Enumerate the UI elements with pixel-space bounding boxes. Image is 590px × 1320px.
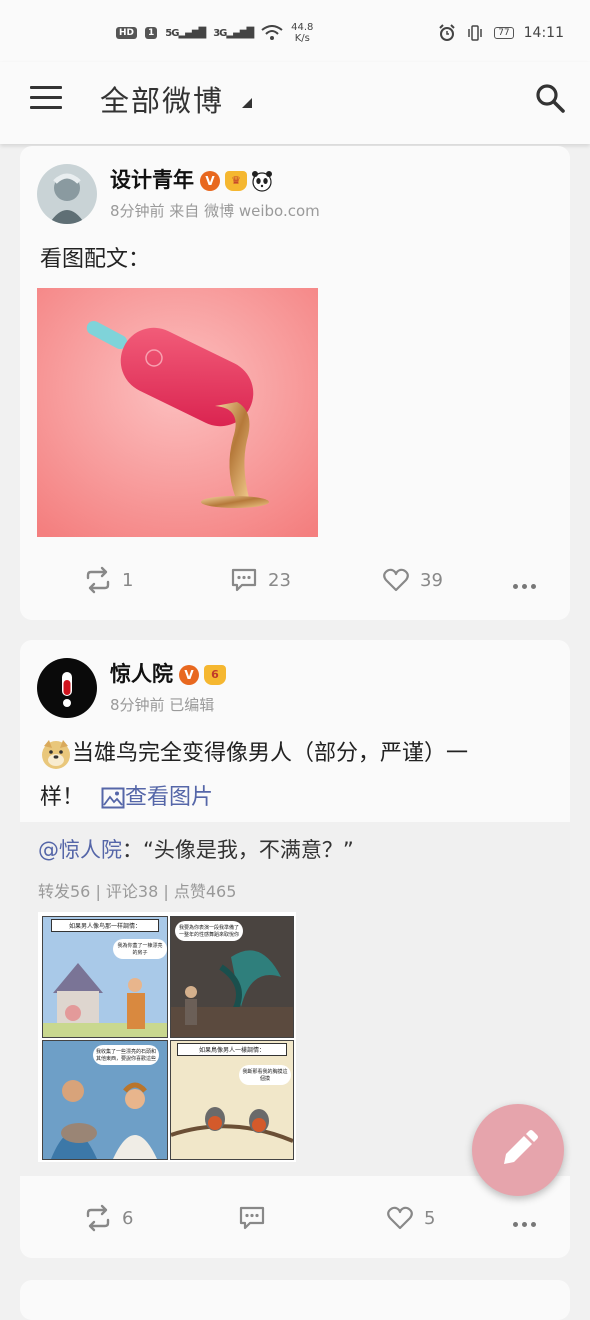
post-image[interactable] [37,288,318,537]
more-options-icon[interactable] [513,584,536,589]
repost-icon [86,566,110,594]
alarm-icon [439,24,455,41]
page-title[interactable]: 全部微博 [100,78,224,120]
net-speed-unit: K/s [294,33,310,44]
doge-emoji-icon [42,740,70,769]
app-bar: 全部微博 [0,62,590,144]
comic-panel: 如果男人像鸟那一样調情： 我為你蓋了一棟漂亮的房子 [42,916,168,1038]
title-dropdown-icon[interactable] [242,98,252,108]
action-bar: 1 23 39 [20,566,570,606]
post-card[interactable]: 设计青年 V ♛ 8分钟前 来自 微博 weibo.com 看图配文： 1 23… [20,146,570,620]
post-text-line2: 样！ [40,785,85,810]
username[interactable]: 设计青年 V ♛ [110,164,273,194]
retweet-image[interactable]: 如果男人像鸟那一样調情： 我為你蓋了一棟漂亮的房子 我要為你表演一段我準備了一整… [38,912,296,1162]
comic-speech: 我收集了一些漂亮的石頭和其他東西，要說你喜歡這些 [93,1045,159,1065]
battery-icon: 77 [494,27,514,39]
avatar[interactable] [37,658,97,718]
image-icon [101,787,125,809]
like-count: 5 [424,1207,436,1229]
more-options-icon[interactable] [513,1222,536,1227]
comic-panel: 我要為你表演一段我準備了一整年的性感舞蹈來取悅你 [170,916,294,1038]
comment-button[interactable] [238,1204,276,1232]
comic-panel: 如果鳥像男人一樣調情： 我斷那看我的胸摸這個摸 [170,1040,294,1160]
username[interactable]: 惊人院 V 6 [110,658,226,688]
post-text: 看图配文： [40,247,151,272]
wifi-icon [261,25,283,40]
action-bar: 6 5 [20,1204,570,1244]
clock: 14:11 [523,25,564,41]
status-right: 77 14:11 [438,24,564,42]
comment-icon [239,1206,265,1230]
like-button[interactable]: 39 [382,566,443,594]
comment-button[interactable]: 23 [230,566,291,594]
pencil-icon [504,1130,538,1164]
repost-button[interactable]: 1 [84,566,133,594]
verified-badge-icon: V [179,665,199,685]
repost-icon [86,1204,110,1232]
heart-icon [387,1206,413,1230]
signal-5g-label: 5G [165,27,179,39]
like-count: 39 [420,569,443,591]
post-meta: 8分钟前 已编辑 [110,696,215,714]
view-image-label[interactable]: 查看图片 [125,785,213,810]
post-card[interactable] [20,1280,570,1320]
panda-icon [252,171,272,192]
like-button[interactable]: 5 [386,1204,435,1232]
post-text-line: 当雄鸟完全变得像男人（部分，严谨）一 [40,732,468,776]
net-speed: 44.8 K/s [291,22,313,44]
net-speed-value: 44.8 [291,22,314,33]
status-bar: HD 1 5G▂▄▆█ 3G▂▄▆█ 44.8 K/s 77 14:11 [0,0,590,62]
vibrate-icon [468,25,482,41]
retweet-stats: 转发56 | 评论38 | 点赞465 [38,882,237,901]
repost-count: 1 [122,569,134,591]
comment-icon [231,568,257,592]
post-text: 当雄鸟完全变得像男人（部分，严谨）一 样！ 查看图片 [40,732,468,820]
heart-icon [383,568,409,592]
username-text[interactable]: 设计青年 [110,168,194,192]
comic-panel: 我收集了一些漂亮的石頭和其他東西，要說你喜歡這些 [42,1040,168,1160]
comment-count: 23 [268,569,291,591]
menu-icon[interactable] [30,86,62,110]
status-left: HD 1 5G▂▄▆█ 3G▂▄▆█ 44.8 K/s [116,22,313,44]
verified-badge-icon: V [200,171,220,191]
post-text-line: 样！ 查看图片 [40,776,468,820]
view-image-link[interactable]: 查看图片 [101,785,213,810]
retweet-quote: ：“头像是我，不满意？” [122,838,354,862]
signal-5g-icon: 5G▂▄▆█ [165,27,206,39]
post-text-line1: 当雄鸟完全变得像男人（部分，严谨）一 [72,741,469,766]
signal-3g-icon: 3G▂▄▆█ [213,27,254,39]
search-icon[interactable] [534,82,566,114]
repost-button[interactable]: 6 [84,1204,133,1232]
crown-badge-icon: 6 [204,665,226,685]
comic-caption: 如果男人像鸟那一样調情： [51,919,159,932]
hd-badge: HD [116,27,138,39]
repost-count: 6 [122,1207,134,1229]
avatar[interactable] [37,164,97,224]
signal-3g-label: 3G [213,27,227,39]
sim-badge: 1 [145,27,158,39]
retweet-author-link[interactable]: @惊人院 [38,838,122,862]
retweet-text: @惊人院：“头像是我，不满意？” [38,834,354,864]
compose-button[interactable] [472,1104,564,1196]
post-meta: 8分钟前 来自 微博 weibo.com [110,202,320,220]
crown-badge-icon: ♛ [225,171,247,191]
username-text[interactable]: 惊人院 [110,662,173,686]
comic-speech: 我要為你表演一段我準備了一整年的性感舞蹈來取悅你 [175,921,243,941]
comic-speech: 我斷那看我的胸摸這個摸 [239,1065,291,1085]
comic-speech: 我為你蓋了一棟漂亮的房子 [113,939,167,959]
